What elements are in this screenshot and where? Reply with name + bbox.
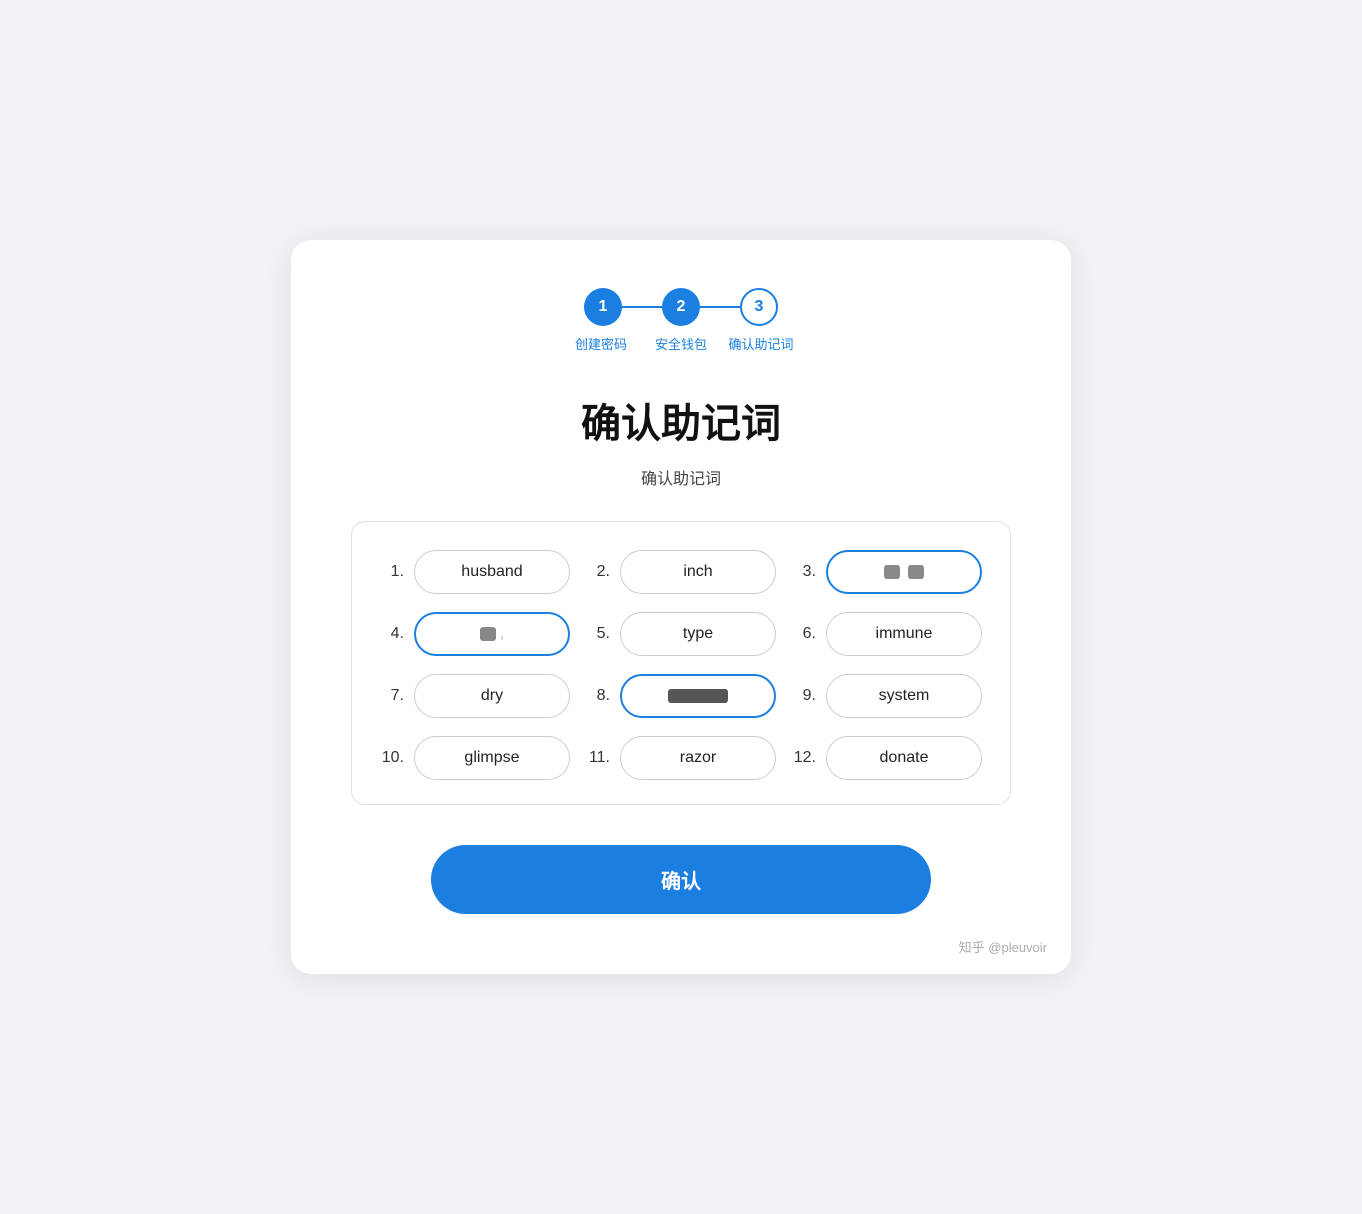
word-number-2: 2. — [586, 563, 610, 581]
mask-block-3b — [908, 565, 924, 579]
confirm-button[interactable]: 确认 — [431, 845, 931, 914]
step-line-2 — [700, 306, 740, 308]
step-1-circle: 1 — [584, 288, 622, 326]
step-label-1: 创建密码 — [561, 336, 641, 354]
word-item-8: 8. — [586, 674, 776, 718]
word-item-9: 9. system — [792, 674, 982, 718]
word-pill-11[interactable]: razor — [620, 736, 776, 780]
word-pill-1[interactable]: husband — [414, 550, 570, 594]
word-pill-2[interactable]: inch — [620, 550, 776, 594]
word-number-3: 3. — [792, 563, 816, 581]
word-pill-3[interactable] — [826, 550, 982, 594]
word-item-10: 10. glimpse — [380, 736, 570, 780]
word-number-11: 11. — [586, 749, 610, 767]
step-3-circle: 3 — [740, 288, 778, 326]
page-title: 确认助记词 — [351, 391, 1011, 449]
word-item-2: 2. inch — [586, 550, 776, 594]
word-number-7: 7. — [380, 687, 404, 705]
word-item-5: 5. type — [586, 612, 776, 656]
word-number-5: 5. — [586, 625, 610, 643]
word-pill-4[interactable]: , — [414, 612, 570, 656]
step-line-1 — [622, 306, 662, 308]
word-number-9: 9. — [792, 687, 816, 705]
word-item-4: 4. , — [380, 612, 570, 656]
word-number-6: 6. — [792, 625, 816, 643]
steps-row: 1 2 3 — [584, 288, 778, 326]
step-label-2: 安全钱包 — [641, 336, 721, 354]
word-item-1: 1. husband — [380, 550, 570, 594]
mnemonic-grid: 1. husband 2. inch 3. — [380, 550, 982, 780]
mask-block-8 — [668, 689, 728, 703]
steps-container: 1 2 3 创建密码 安全钱包 确认助记词 — [351, 288, 1011, 354]
word-number-1: 1. — [380, 563, 404, 581]
word-pill-6[interactable]: immune — [826, 612, 982, 656]
word-number-12: 12. — [792, 749, 816, 767]
watermark: 知乎 @pleuvoir — [959, 937, 1047, 956]
word-pill-7[interactable]: dry — [414, 674, 570, 718]
word-pill-9[interactable]: system — [826, 674, 982, 718]
word-item-3: 3. — [792, 550, 982, 594]
step-label-3: 确认助记词 — [721, 336, 801, 354]
word-pill-12[interactable]: donate — [826, 736, 982, 780]
mask-block-3a — [884, 565, 900, 579]
steps-labels: 创建密码 安全钱包 确认助记词 — [561, 336, 801, 354]
word-item-7: 7. dry — [380, 674, 570, 718]
step-2-circle: 2 — [662, 288, 700, 326]
word-pill-8[interactable] — [620, 674, 776, 718]
word-item-6: 6. immune — [792, 612, 982, 656]
word-item-11: 11. razor — [586, 736, 776, 780]
word-item-12: 12. donate — [792, 736, 982, 780]
main-card: 1 2 3 创建密码 安全钱包 确认助记词 确认助记词 确认助记词 1. — [291, 240, 1071, 973]
word-pill-10[interactable]: glimpse — [414, 736, 570, 780]
mnemonic-box: 1. husband 2. inch 3. — [351, 521, 1011, 805]
mask-block-4 — [480, 627, 496, 641]
cursor-4: , — [500, 625, 504, 643]
page-subtitle: 确认助记词 — [351, 465, 1011, 489]
word-pill-5[interactable]: type — [620, 612, 776, 656]
word-number-8: 8. — [586, 687, 610, 705]
word-number-4: 4. — [380, 625, 404, 643]
word-number-10: 10. — [380, 749, 404, 767]
